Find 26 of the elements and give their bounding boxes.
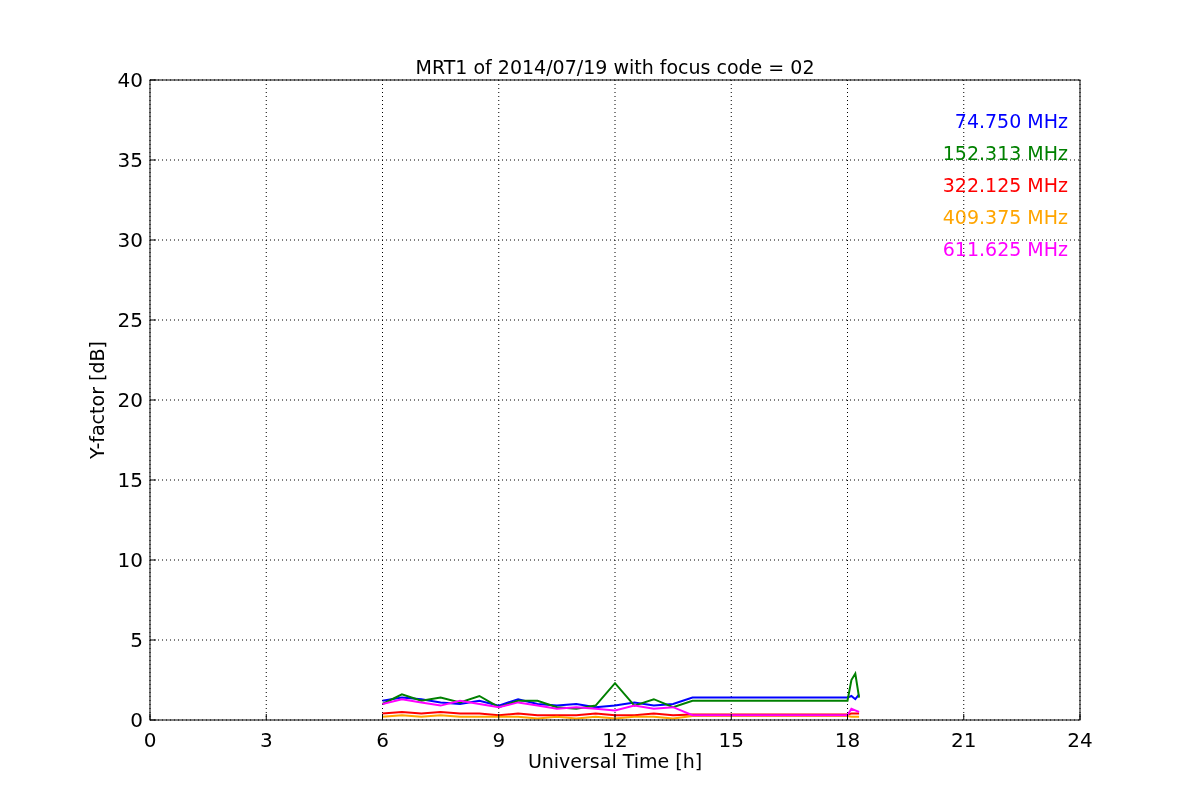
x-tick-label: 15 bbox=[718, 728, 744, 752]
x-tick-label: 0 bbox=[143, 728, 157, 752]
y-tick-label: 5 bbox=[130, 628, 143, 652]
y-tick-label: 25 bbox=[117, 308, 143, 332]
y-tick-label: 40 bbox=[117, 68, 143, 92]
y-tick-label: 35 bbox=[117, 148, 143, 172]
x-tick-label: 6 bbox=[376, 728, 389, 752]
x-tick-label: 12 bbox=[602, 728, 628, 752]
legend-label: 611.625 MHz bbox=[942, 238, 1068, 260]
legend-label: 152.313 MHz bbox=[942, 142, 1068, 164]
x-axis-label: Universal Time [h] bbox=[527, 750, 703, 772]
x-tick-label: 21 bbox=[951, 728, 977, 752]
legend-label: 322.125 MHz bbox=[942, 174, 1068, 196]
x-tick-label: 3 bbox=[259, 728, 273, 752]
x-tick-label: 18 bbox=[834, 728, 861, 752]
x-tick-label: 24 bbox=[1067, 728, 1093, 752]
chart-title: MRT1 of 2014/07/19 with focus code = 02 bbox=[415, 56, 815, 78]
y-axis-label: Y-factor [dB] bbox=[86, 341, 108, 459]
x-tick-label: 9 bbox=[492, 728, 506, 752]
legend-label: 74.750 MHz bbox=[954, 110, 1068, 132]
y-tick-label: 0 bbox=[130, 708, 143, 732]
y-tick-label: 20 bbox=[117, 388, 143, 412]
legend-label: 409.375 MHz bbox=[942, 206, 1068, 228]
y-tick-label: 30 bbox=[117, 228, 143, 252]
y-tick-label: 15 bbox=[117, 468, 143, 492]
y-tick-label: 10 bbox=[117, 548, 143, 572]
